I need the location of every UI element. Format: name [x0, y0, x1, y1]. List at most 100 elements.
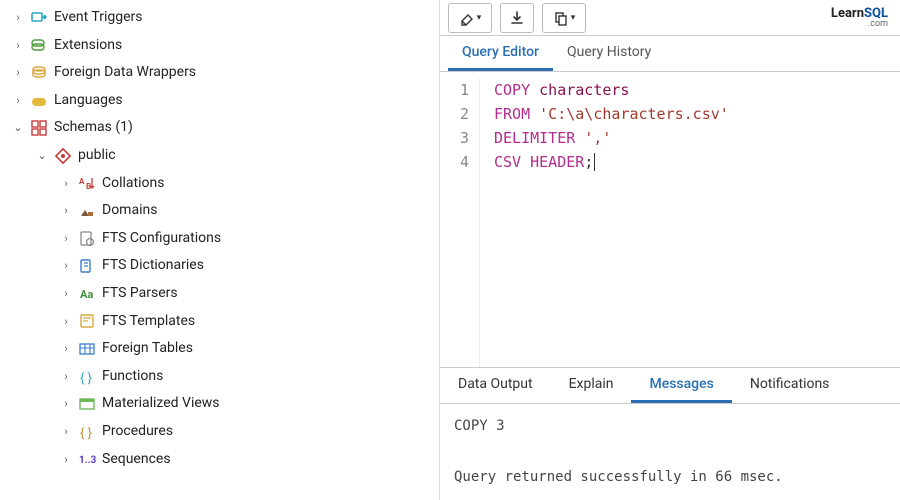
eraser-dropdown-button[interactable]: ▾ [448, 3, 492, 33]
fts-config-icon [78, 230, 96, 248]
tree-item-label: FTS Templates [102, 312, 195, 332]
chevron-right-icon[interactable]: › [60, 231, 72, 246]
code-line[interactable]: FROM 'C:\a\characters.csv' [494, 102, 729, 126]
procedures-icon: { } [78, 423, 96, 441]
code-line[interactable]: CSV HEADER; [494, 150, 729, 174]
tree-item-label: FTS Dictionaries [102, 256, 204, 276]
tree-item-label: Functions [102, 367, 163, 387]
code-token: ; [584, 153, 593, 171]
fts-parsers-icon: Aa [78, 285, 96, 303]
tab-query-editor[interactable]: Query Editor [448, 36, 553, 71]
tree-item[interactable]: ›Foreign Data Wrappers [8, 59, 439, 87]
chevron-down-icon[interactable]: ⌄ [36, 148, 48, 163]
domains-icon [78, 202, 96, 220]
code-token: COPY [494, 81, 530, 99]
toolbar: ▾ ▾ LearnSQL .com [440, 0, 900, 36]
tree-item[interactable]: › FTS Templates [8, 308, 439, 336]
tree-item-label: Materialized Views [102, 394, 220, 414]
fts-dict-icon [78, 257, 96, 275]
tab-query-history[interactable]: Query History [553, 36, 665, 71]
tree-item[interactable]: ›Event Triggers [8, 4, 439, 32]
chevron-right-icon[interactable]: › [60, 286, 72, 301]
tree-item[interactable]: › { } Procedures [8, 418, 439, 446]
tab-data-output[interactable]: Data Output [440, 368, 551, 403]
tab-explain[interactable]: Explain [551, 368, 632, 403]
eraser-icon [459, 10, 475, 26]
sql-editor[interactable]: 1234 COPY charactersFROM 'C:\a\character… [440, 72, 900, 367]
code-token [575, 129, 584, 147]
output-tabs: Data Output Explain Messages Notificatio… [440, 368, 900, 404]
tree-item-label: Domains [102, 201, 157, 221]
output-panel: Data Output Explain Messages Notificatio… [440, 367, 900, 500]
svg-text:1..3: 1..3 [79, 455, 96, 466]
chevron-right-icon[interactable]: › [60, 341, 72, 356]
editor-tabs: Query Editor Query History [440, 36, 900, 72]
chevron-right-icon[interactable]: › [12, 10, 24, 25]
object-browser-sidebar[interactable]: ›Event Triggers›Extensions›Foreign Data … [0, 0, 440, 500]
line-number: 3 [440, 126, 469, 150]
tree-item[interactable]: › Languages [8, 87, 439, 115]
chevron-down-icon[interactable]: ⌄ [12, 120, 24, 135]
tree-item-label: Extensions [54, 36, 122, 56]
tab-messages[interactable]: Messages [631, 368, 731, 403]
chevron-right-icon[interactable]: › [60, 396, 72, 411]
tree-item[interactable]: › Extensions [8, 32, 439, 60]
code-token [530, 81, 539, 99]
tree-item[interactable]: ⌄Schemas (1) [8, 114, 439, 142]
code-token [530, 105, 539, 123]
copy-icon [553, 10, 569, 26]
line-number: 4 [440, 150, 469, 174]
chevron-right-icon[interactable]: › [60, 176, 72, 191]
line-gutter: 1234 [440, 78, 480, 367]
svg-text:Aa: Aa [80, 288, 93, 301]
learnsql-logo: LearnSQL .com [831, 6, 888, 29]
tree-item[interactable]: ⌄ public [8, 142, 439, 170]
chevron-right-icon[interactable]: › [60, 258, 72, 273]
tree-item-label: FTS Parsers [102, 284, 178, 304]
message-line: COPY 3 [454, 414, 886, 439]
chevron-right-icon[interactable]: › [60, 452, 72, 467]
matviews-icon [78, 395, 96, 413]
tab-notifications[interactable]: Notifications [732, 368, 848, 403]
chevron-right-icon[interactable]: › [12, 65, 24, 80]
chevron-down-icon: ▾ [571, 13, 576, 23]
code-area[interactable]: COPY charactersFROM 'C:\a\characters.csv… [480, 78, 729, 367]
languages-icon [30, 92, 48, 110]
tree-item[interactable]: › Domains [8, 197, 439, 225]
svg-text:{ }: { } [80, 426, 92, 441]
schemas-icon [30, 119, 48, 137]
fts-templates-icon [78, 312, 96, 330]
tree-item-label: public [78, 146, 116, 166]
tree-item[interactable]: ›ABCollations [8, 170, 439, 198]
tree-item-label: Languages [54, 91, 123, 111]
messages-output: COPY 3 Query returned successfully in 66… [440, 404, 900, 500]
tree-item[interactable]: › FTS Dictionaries [8, 252, 439, 280]
chevron-right-icon[interactable]: › [12, 38, 24, 53]
code-token: characters [539, 81, 629, 99]
chevron-right-icon[interactable]: › [60, 369, 72, 384]
fdw-icon [30, 64, 48, 82]
line-number: 2 [440, 102, 469, 126]
chevron-right-icon[interactable]: › [60, 314, 72, 329]
chevron-right-icon[interactable]: › [12, 93, 24, 108]
text-cursor [594, 153, 595, 171]
tree-item-label: Procedures [102, 422, 173, 442]
foreign-tables-icon [78, 340, 96, 358]
main-panel: ▾ ▾ LearnSQL .com Query Editor Query His… [440, 0, 900, 500]
tree-item[interactable]: › FTS Configurations [8, 225, 439, 253]
tree-item[interactable]: › Materialized Views [8, 390, 439, 418]
copy-dropdown-button[interactable]: ▾ [542, 3, 586, 33]
chevron-right-icon[interactable]: › [60, 203, 72, 218]
tree-item[interactable]: › { } Functions [8, 363, 439, 391]
chevron-right-icon[interactable]: › [60, 424, 72, 439]
svg-text:A: A [79, 177, 85, 186]
extensions-icon [30, 36, 48, 54]
tree-item-label: FTS Configurations [102, 229, 221, 249]
code-line[interactable]: COPY characters [494, 78, 729, 102]
svg-text:{ }: { } [80, 371, 92, 386]
tree-item[interactable]: ›1..3Sequences [8, 446, 439, 474]
tree-item[interactable]: › Aa FTS Parsers [8, 280, 439, 308]
tree-item[interactable]: ›Foreign Tables [8, 335, 439, 363]
download-button[interactable] [500, 3, 534, 33]
code-line[interactable]: DELIMITER ',' [494, 126, 729, 150]
